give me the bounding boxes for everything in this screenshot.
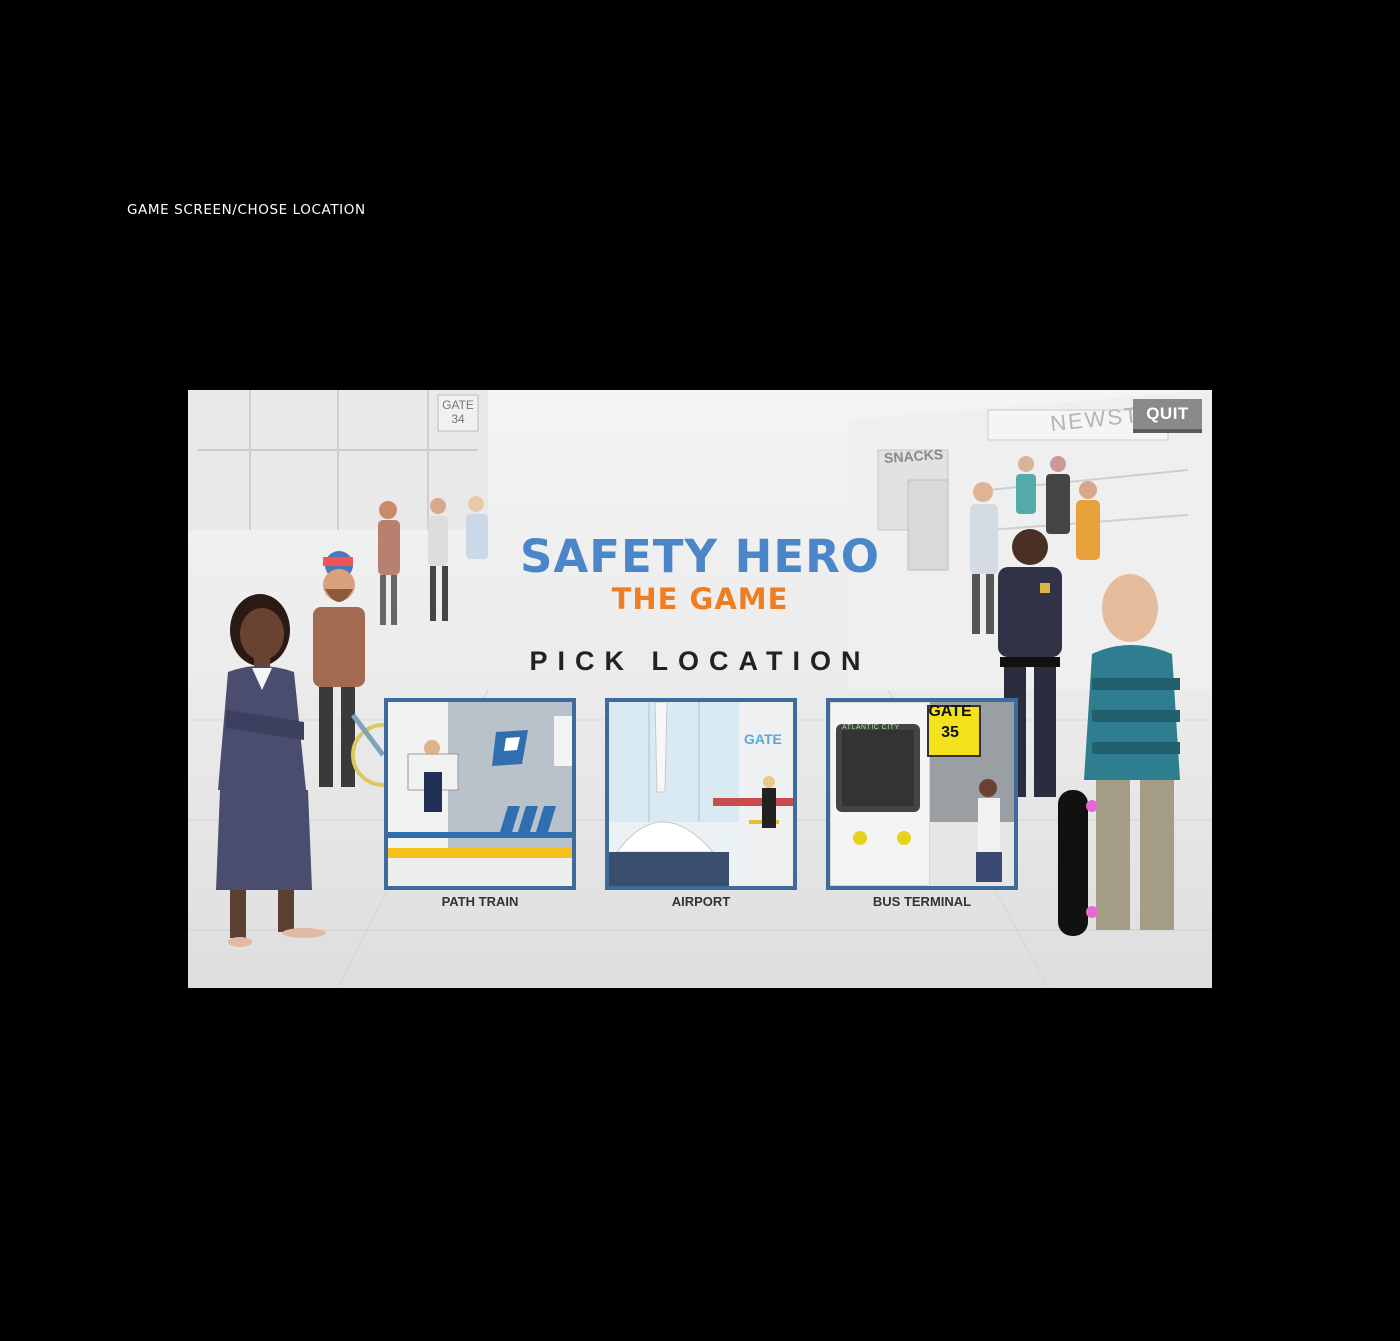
game-subtitle: THE GAME [611, 582, 789, 616]
pick-location-heading: PICK LOCATION [529, 646, 871, 676]
character-skateboarder [1058, 574, 1180, 936]
location-card-path-train[interactable] [384, 698, 576, 890]
airport-gate-sign: GATE [744, 731, 782, 747]
bus-destination-sign: ATLANTIC CITY [842, 724, 900, 731]
path-train-illustration [388, 702, 572, 886]
location-label-airport: AIRPORT [671, 894, 731, 909]
location-label-bus-terminal: BUS TERMINAL [872, 894, 972, 909]
location-label-path-train: PATH TRAIN [441, 894, 519, 909]
screen-caption: GAME SCREEN/CHOSE LOCATION [127, 202, 366, 218]
game-screen: GATE 34 SNACKS NEWSTAND QUIT SAFETY HERO… [188, 390, 1212, 988]
airport-illustration [609, 702, 793, 886]
game-title: SAFETY HERO [520, 530, 880, 583]
bus-gate-sign-line1: GATE [928, 703, 972, 720]
quit-button[interactable]: QUIT [1133, 399, 1202, 433]
gate-sign-left: GATE 34 [442, 398, 474, 426]
bus-gate-sign-line2: 35 [941, 724, 959, 741]
location-card-airport[interactable] [605, 698, 797, 890]
